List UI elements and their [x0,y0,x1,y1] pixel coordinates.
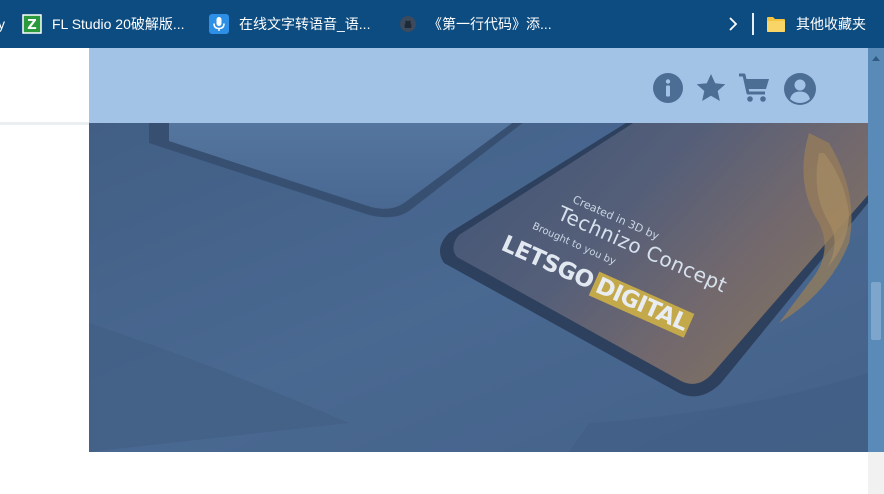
page-scrollbar[interactable] [868,48,884,494]
svg-text:Z: Z [27,18,36,33]
bookmarks-bar: y Z FL Studio 20破解版... 在线文字转语音_语... 《第一行… [0,0,884,48]
site-header [89,48,868,123]
bookmarks-divider [752,13,754,35]
fl-studio-icon: Z [22,14,42,34]
scrollbar-thumb[interactable] [871,282,881,340]
bookmark-label: 其他收藏夹 [796,16,866,32]
chevron-right-icon[interactable] [724,14,742,34]
bookmark-label: FL Studio 20破解版... [52,16,185,32]
bookmark-item-tts[interactable]: 在线文字转语音_语... [209,0,370,48]
scroll-up-arrow-icon[interactable] [872,56,880,61]
github-icon [398,14,418,34]
folder-icon [766,14,786,34]
scrollbar-track-lower [868,452,884,494]
microphone-icon [209,14,229,34]
info-icon[interactable] [652,72,684,104]
hero-tint [89,123,868,452]
bookmark-label: 《第一行代码》添... [428,16,552,32]
star-icon[interactable] [695,72,727,104]
bookmark-label: y [0,16,5,32]
cart-icon[interactable] [738,72,770,104]
user-icon[interactable] [783,72,816,105]
divider [0,122,89,125]
bookmark-item-fl-studio[interactable]: Z FL Studio 20破解版... [22,0,185,48]
hero-image: Created in 3D by Technizo Concept Brough… [89,123,868,452]
bookmark-label: 在线文字转语音_语... [239,16,371,32]
left-panel [0,48,89,494]
bookmark-item-cut[interactable]: y [0,0,5,48]
bookmark-item-first-line-code[interactable]: 《第一行代码》添... [398,0,552,48]
bookmark-other-folder[interactable]: 其他收藏夹 [766,0,866,48]
